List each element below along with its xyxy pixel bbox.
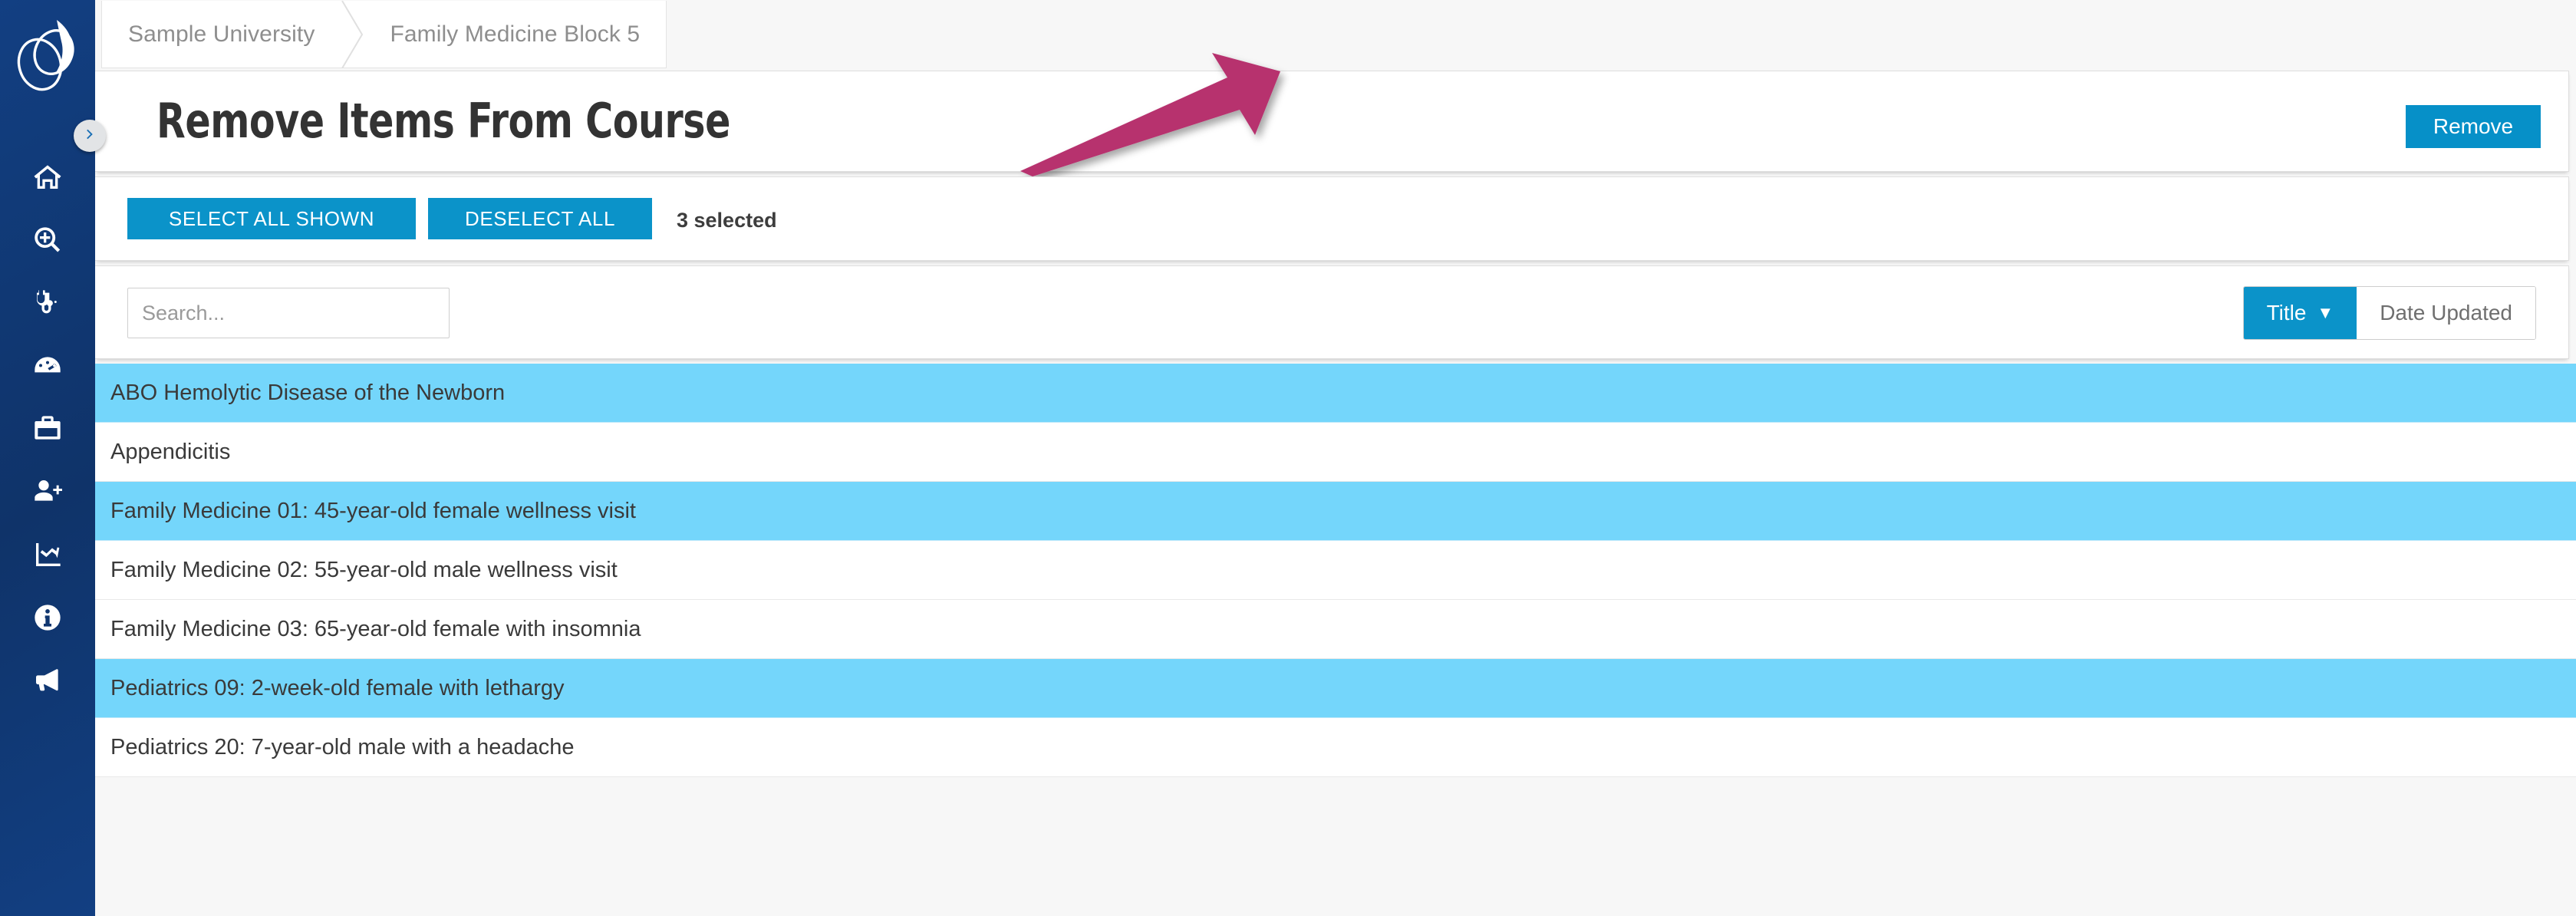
sidebar-item-reports[interactable] bbox=[0, 537, 95, 572]
sidebar-item-add-user[interactable] bbox=[0, 474, 95, 509]
page-container: Sample University Family Medicine Block … bbox=[95, 0, 2576, 916]
list-item-label: Family Medicine 03: 65-year-old female w… bbox=[110, 616, 641, 641]
item-list: ABO Hemolytic Disease of the Newborn Appe… bbox=[95, 364, 2576, 777]
sort-by-title-label: Title bbox=[2266, 301, 2307, 325]
sidebar-item-home[interactable] bbox=[0, 160, 95, 195]
home-icon bbox=[32, 162, 63, 193]
megaphone-icon bbox=[32, 665, 63, 696]
breadcrumb-item-organization[interactable]: Sample University bbox=[102, 1, 341, 68]
list-item-label: Family Medicine 02: 55-year-old male wel… bbox=[110, 557, 618, 582]
briefcase-medical-icon bbox=[32, 414, 63, 444]
user-plus-icon bbox=[32, 476, 63, 507]
list-item-label: Family Medicine 01: 45-year-old female w… bbox=[110, 498, 636, 523]
sidebar-item-announcements[interactable] bbox=[0, 663, 95, 698]
select-all-shown-button[interactable]: SELECT ALL SHOWN bbox=[127, 198, 416, 239]
deselect-all-button[interactable]: DESELECT ALL bbox=[428, 198, 652, 239]
sort-toggle-group: Title ▼ Date Updated bbox=[2242, 286, 2536, 340]
list-item-label: Pediatrics 09: 2-week-old female with le… bbox=[110, 675, 565, 700]
list-item[interactable]: Appendicitis bbox=[95, 423, 2576, 482]
sidebar-item-info[interactable] bbox=[0, 600, 95, 635]
list-item[interactable]: Family Medicine 01: 45-year-old female w… bbox=[95, 482, 2576, 541]
sort-by-date-updated-button[interactable]: Date Updated bbox=[2357, 287, 2535, 339]
list-item-label: ABO Hemolytic Disease of the Newborn bbox=[110, 380, 506, 405]
title-card: Remove Items From Course Remove bbox=[95, 71, 2569, 172]
breadcrumb-item-course[interactable]: Family Medicine Block 5 bbox=[364, 1, 666, 68]
sidebar-collapse-toggle[interactable] bbox=[74, 120, 106, 152]
sidebar-item-dashboard[interactable] bbox=[0, 348, 95, 384]
selected-count-label: 3 selected bbox=[677, 209, 777, 232]
sort-by-title-button[interactable]: Title ▼ bbox=[2243, 287, 2357, 339]
list-item[interactable]: Pediatrics 09: 2-week-old female with le… bbox=[95, 659, 2576, 718]
gauge-icon bbox=[32, 351, 63, 381]
breadcrumb: Sample University Family Medicine Block … bbox=[101, 1, 667, 68]
sidebar-item-toolbox[interactable] bbox=[0, 411, 95, 446]
sidebar-item-cases[interactable] bbox=[0, 285, 95, 321]
list-item-label: Appendicitis bbox=[110, 439, 231, 464]
page-title: Remove Items From Course bbox=[156, 93, 730, 149]
list-item[interactable]: Family Medicine 02: 55-year-old male wel… bbox=[95, 541, 2576, 600]
breadcrumb-bar: Sample University Family Medicine Block … bbox=[95, 0, 2576, 71]
list-item[interactable]: Family Medicine 03: 65-year-old female w… bbox=[95, 600, 2576, 659]
info-circle-icon bbox=[32, 602, 63, 633]
chart-line-icon bbox=[32, 539, 63, 570]
remove-button[interactable]: Remove bbox=[2406, 105, 2541, 148]
breadcrumb-separator-icon bbox=[341, 1, 364, 68]
caret-down-icon: ▼ bbox=[2317, 303, 2334, 322]
list-item[interactable]: Pediatrics 20: 7-year-old male with a he… bbox=[95, 718, 2576, 777]
list-item-label: Pediatrics 20: 7-year-old male with a he… bbox=[110, 734, 575, 759]
aquifer-logo bbox=[6, 14, 89, 95]
selection-toolbar: SELECT ALL SHOWN DESELECT ALL 3 selected bbox=[95, 176, 2569, 261]
list-item[interactable]: ABO Hemolytic Disease of the Newborn bbox=[95, 364, 2576, 423]
chevron-right-icon bbox=[83, 127, 97, 145]
sidebar-item-search[interactable] bbox=[0, 222, 95, 258]
search-input[interactable] bbox=[127, 288, 450, 338]
filter-toolbar: Title ▼ Date Updated bbox=[95, 265, 2569, 359]
search-plus-icon bbox=[32, 225, 63, 255]
stethoscope-icon bbox=[32, 288, 63, 318]
